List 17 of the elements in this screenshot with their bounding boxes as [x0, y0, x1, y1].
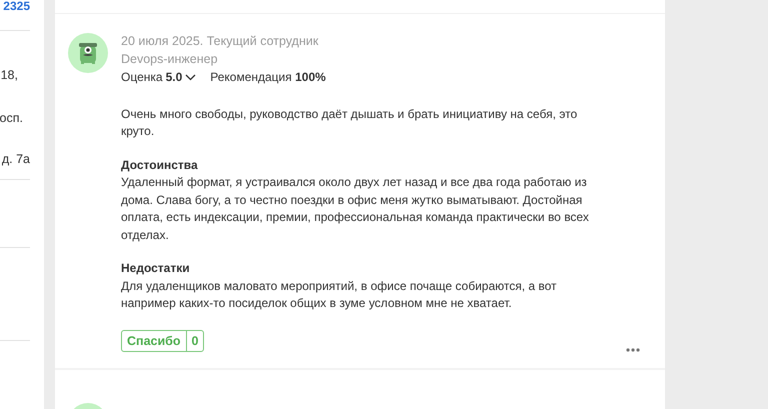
thanks-button[interactable]: Спасибо 0	[121, 330, 204, 352]
section-text: Удаленный формат, я устраивался около двух лет назад и все два года работаю из дома. Слава богу, а то честно поездки в офис меня жутко выматывают. Достойная оплата, есть индексации, премии, профессиональная команда практически во всех отделах.	[121, 174, 590, 244]
caret-icon	[185, 74, 196, 82]
rating-dropdown[interactable]: Оценка 5.0	[121, 69, 196, 86]
position-text: Devops-инженер	[121, 50, 219, 68]
section-title: Недостатки	[121, 260, 191, 277]
review-meta: 20 июля 2025. Текущий сотрудник	[121, 33, 320, 50]
section-text: Для удаленщиков маловато мероприятий, в офисе почаще собираются, а вот например каких-то посиделок общих в зуме условном мне не хватает.	[121, 278, 558, 312]
count-link[interactable]: 2325	[3, 0, 30, 13]
more-icon[interactable]	[626, 348, 640, 352]
avatar-icon	[68, 33, 108, 73]
address-text: д. 7а	[2, 152, 30, 166]
recommendation-text: Рекомендация 100%	[210, 69, 326, 86]
address-text: осп.	[0, 111, 23, 125]
section-title: Достоинства	[121, 156, 199, 174]
address-text: 18,	[0, 68, 18, 82]
review-summary: Очень много свободы, руководство даёт дышать и брать инициативу на себя, это круто.	[121, 106, 578, 140]
